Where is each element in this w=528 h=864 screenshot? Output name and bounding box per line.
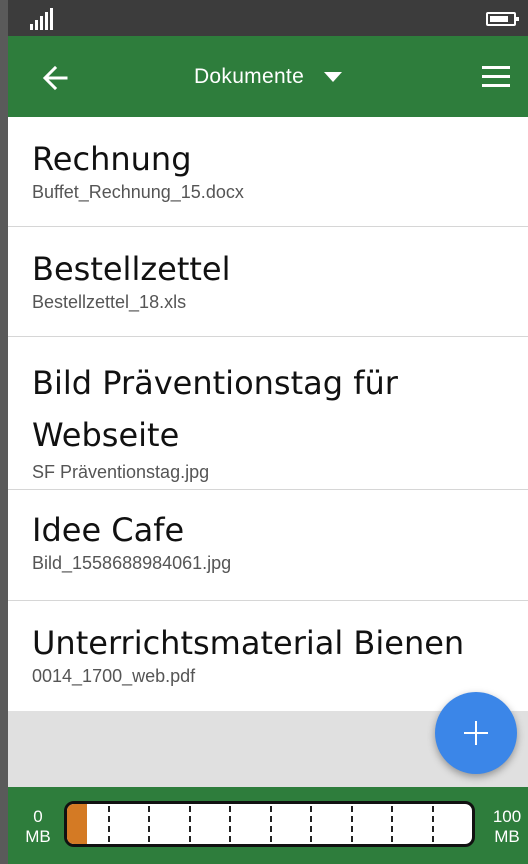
app-bar: Dokumente — [8, 36, 528, 117]
storage-bar-tick — [188, 806, 191, 842]
storage-bar-tick — [107, 806, 110, 842]
document-item-bild-praeventionstag[interactable]: Bild Präventionstag für Webseite SF Präv… — [8, 337, 528, 490]
document-filename: Buffet_Rechnung_15.docx — [32, 182, 244, 202]
battery-icon — [486, 12, 519, 26]
document-title: Unterrichtsmaterial Bienen — [32, 624, 465, 662]
storage-bar-tick — [350, 806, 353, 842]
document-item-rechnung[interactable]: Rechnung Buffet_Rechnung_15.docx — [8, 117, 528, 227]
document-title: Bild Präventionstag für Webseite — [32, 364, 398, 454]
document-item-unterrichtsmaterial[interactable]: Unterrichtsmaterial Bienen 0014_1700_web… — [8, 601, 528, 711]
signal-strength-icon — [30, 8, 60, 30]
storage-bar-tick — [431, 806, 434, 842]
app-screen: Dokumente Rechnung Buffet_Rechnung_15.do… — [8, 0, 528, 864]
storage-bar-ticks — [67, 804, 472, 844]
add-document-button[interactable] — [435, 692, 517, 774]
menu-button[interactable] — [476, 62, 516, 92]
document-filename: Bild_1558688984061.jpg — [32, 553, 232, 573]
document-filename: Bestellzettel_18.xls — [32, 292, 187, 312]
caret-down-icon — [324, 71, 343, 82]
document-title: Rechnung — [32, 140, 192, 178]
document-title: Bestellzettel — [32, 250, 231, 288]
storage-footer: 0 MB 100 MB — [8, 787, 528, 864]
status-bar — [8, 0, 528, 36]
storage-bar-tick — [229, 806, 231, 842]
document-filename: SF Präventionstag.jpg — [32, 462, 210, 482]
storage-bar-tick — [148, 806, 150, 842]
document-item-bestellzettel[interactable]: Bestellzettel Bestellzettel_18.xls — [8, 227, 528, 337]
device-frame: Dokumente Rechnung Buffet_Rechnung_15.do… — [0, 0, 528, 864]
document-list: Rechnung Buffet_Rechnung_15.docx Bestell… — [8, 117, 528, 711]
storage-min-label: 0 MB — [25, 807, 51, 846]
document-type-dropdown[interactable]: Dokumente — [8, 36, 528, 117]
storage-bar-tick — [391, 806, 393, 842]
page-title: Dokumente — [193, 64, 305, 88]
document-item-idee-cafe[interactable]: Idee Cafe Bild_1558688984061.jpg — [8, 490, 528, 601]
document-title: Idee Cafe — [32, 511, 185, 549]
storage-usage-bar — [64, 801, 475, 847]
storage-bar-tick — [269, 806, 272, 842]
document-filename: 0014_1700_web.pdf — [32, 666, 196, 686]
storage-max-label: 100 MB — [492, 807, 522, 846]
storage-bar-tick — [310, 806, 312, 842]
